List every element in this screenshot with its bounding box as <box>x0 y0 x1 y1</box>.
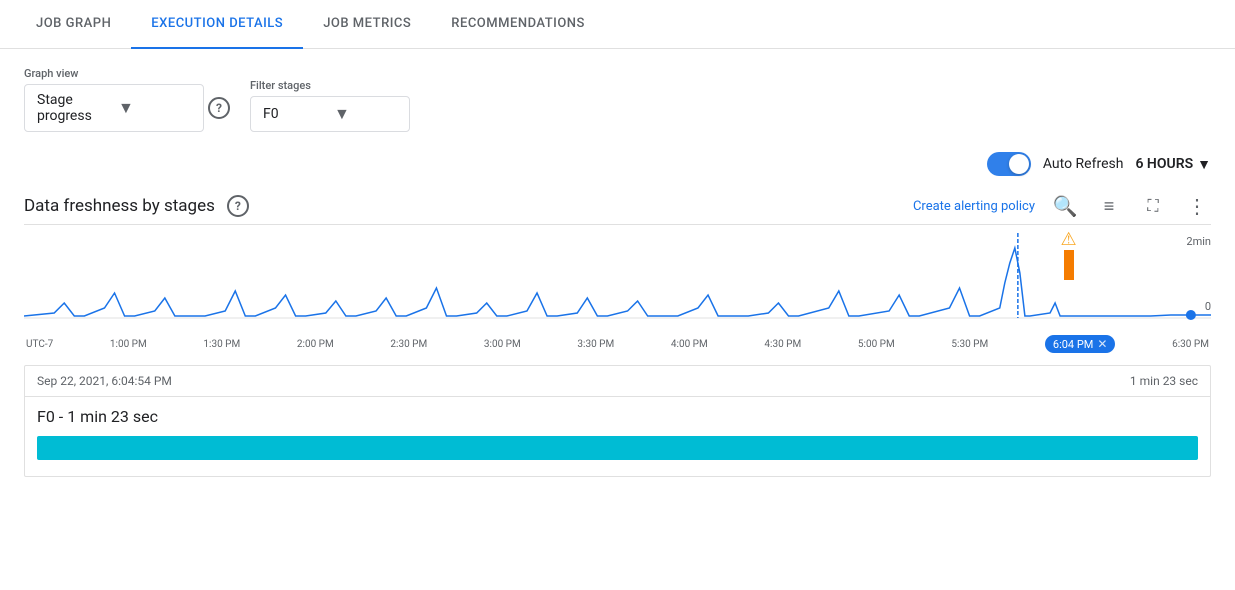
tab-recommendations[interactable]: RECOMMENDATIONS <box>431 0 605 49</box>
tab-execution-details[interactable]: EXECUTION DETAILS <box>131 0 303 49</box>
progress-bar-container <box>25 432 1210 476</box>
x-label-230pm: 2:30 PM <box>390 339 427 350</box>
fullscreen-icon[interactable]: ⛶ <box>1139 192 1167 220</box>
orange-spike-bar <box>1064 250 1074 280</box>
x-label-4pm: 4:00 PM <box>671 339 708 350</box>
controls-row: Graph view Stage progress ▼ ? Filter sta… <box>0 49 1235 144</box>
chart-actions: Create alerting policy 🔍 ≡ ⛶ ⋮ <box>913 192 1211 220</box>
x-label-604pm-bubble[interactable]: 6:04 PM ✕ <box>1045 335 1116 353</box>
graph-view-label: Graph view <box>24 67 230 80</box>
x-label-430pm: 4:30 PM <box>764 339 801 350</box>
chart-endpoint-dot <box>1186 310 1196 320</box>
auto-refresh-toggle[interactable] <box>987 152 1031 176</box>
toggle-track <box>987 152 1031 176</box>
time-bubble-close-icon[interactable]: ✕ <box>1097 337 1107 351</box>
create-alerting-link[interactable]: Create alerting policy <box>913 199 1035 214</box>
x-label-530pm: 5:30 PM <box>951 339 988 350</box>
detail-duration: 1 min 23 sec <box>1130 374 1198 388</box>
filter-stages-select[interactable]: F0 ▼ <box>250 96 410 132</box>
detail-section: Sep 22, 2021, 6:04:54 PM 1 min 23 sec F0… <box>24 365 1211 477</box>
chart-y-max-label: 2min <box>1186 235 1211 248</box>
x-label-3pm: 3:00 PM <box>484 339 521 350</box>
filter-stages-label: Filter stages <box>250 79 410 92</box>
detail-stage-label: F0 - 1 min 23 sec <box>25 397 1210 432</box>
data-freshness-chart <box>24 233 1211 333</box>
hours-selector[interactable]: 6 HOURS ▼ <box>1135 156 1211 173</box>
chart-help-icon[interactable]: ? <box>227 195 249 217</box>
warning-overlay: ⚠ <box>1061 229 1077 280</box>
chart-title: Data freshness by stages <box>24 196 215 216</box>
graph-view-value: Stage progress <box>37 92 110 124</box>
x-label-utc7: UTC-7 <box>26 339 53 350</box>
graph-view-help-icon[interactable]: ? <box>208 97 230 119</box>
tab-job-metrics[interactable]: JOB METRICS <box>303 0 431 49</box>
tabs-bar: JOB GRAPH EXECUTION DETAILS JOB METRICS … <box>0 0 1235 49</box>
x-label-2pm: 2:00 PM <box>297 339 334 350</box>
more-vert-icon[interactable]: ⋮ <box>1183 192 1211 220</box>
hours-chevron-icon: ▼ <box>1197 156 1211 173</box>
progress-bar <box>37 436 1198 460</box>
x-axis: UTC-7 1:00 PM 1:30 PM 2:00 PM 2:30 PM 3:… <box>24 333 1211 353</box>
chart-header: Data freshness by stages ? Create alerti… <box>0 180 1235 224</box>
graph-view-group: Graph view Stage progress ▼ ? <box>24 67 230 132</box>
search-icon[interactable]: 🔍 <box>1051 192 1079 220</box>
graph-view-chevron-icon: ▼ <box>118 98 191 118</box>
graph-view-select[interactable]: Stage progress ▼ <box>24 84 204 132</box>
auto-refresh-row: Auto Refresh 6 HOURS ▼ <box>0 144 1235 180</box>
filter-stages-chevron-icon: ▼ <box>334 104 397 124</box>
toggle-knob <box>1009 154 1029 174</box>
detail-header: Sep 22, 2021, 6:04:54 PM 1 min 23 sec <box>25 366 1210 397</box>
x-label-130pm: 1:30 PM <box>203 339 240 350</box>
chart-y-min-label: 0 <box>1205 300 1211 313</box>
x-label-330pm: 3:30 PM <box>577 339 614 350</box>
hours-value: 6 HOURS <box>1135 156 1193 172</box>
warning-triangle-icon: ⚠ <box>1061 229 1077 250</box>
layers-icon[interactable]: ≡ <box>1095 192 1123 220</box>
filter-stages-group: Filter stages F0 ▼ <box>250 79 410 132</box>
tab-job-graph[interactable]: JOB GRAPH <box>16 0 131 49</box>
detail-timestamp: Sep 22, 2021, 6:04:54 PM <box>37 374 172 388</box>
chart-title-area: Data freshness by stages ? <box>24 195 249 217</box>
chart-svg-container: 2min ⚠ 0 <box>24 233 1211 333</box>
auto-refresh-label: Auto Refresh <box>1043 156 1124 172</box>
x-label-604pm-container: 6:04 PM ✕ <box>1045 335 1116 353</box>
filter-stages-value: F0 <box>263 106 326 122</box>
x-label-630pm: 6:30 PM <box>1172 339 1209 350</box>
x-label-5pm: 5:00 PM <box>858 339 895 350</box>
chart-wrapper: 2min ⚠ 0 UTC-7 1:00 PM 1:30 PM 2:00 PM 2… <box>24 224 1211 353</box>
x-label-1pm: 1:00 PM <box>110 339 147 350</box>
time-bubble-label: 6:04 PM <box>1053 338 1093 351</box>
